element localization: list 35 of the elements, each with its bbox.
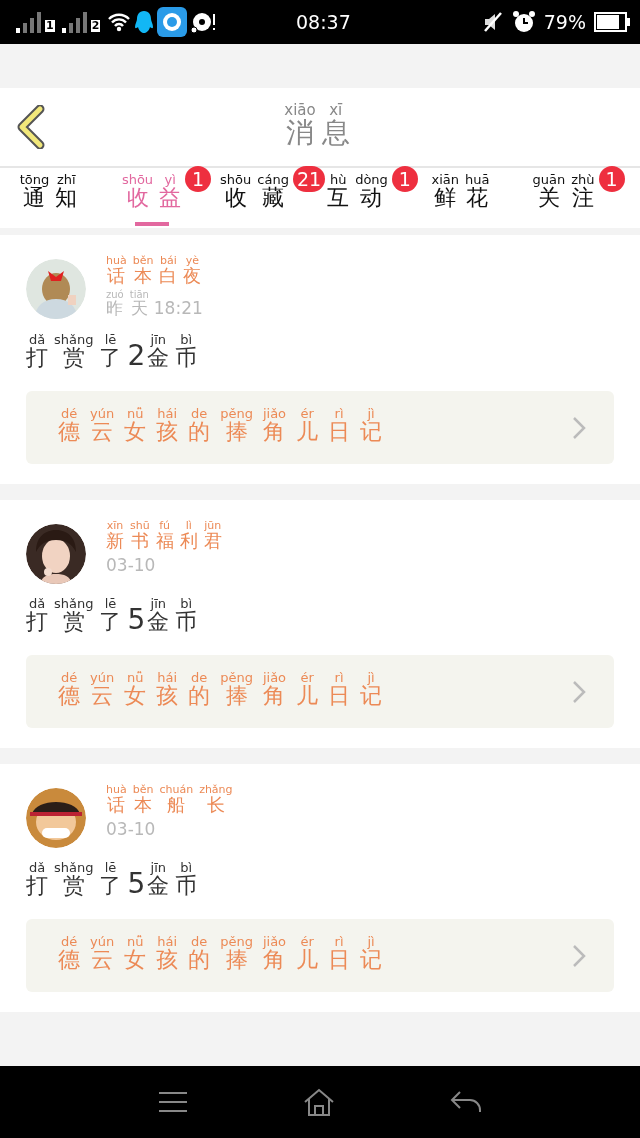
message-date: 03-10	[106, 555, 157, 575]
tab-underline	[134, 222, 169, 226]
sender-name: 话 huà 本 běn 船 chuán 长 zhǎng	[106, 784, 234, 817]
count-badge: 1	[598, 166, 625, 192]
tab[interactable]: 通 tōng 知 zhī	[17, 168, 86, 228]
sender-name: 新 xīn 书 shū 福 fú 利 lì 君 jūn	[106, 520, 223, 553]
signal-icon	[16, 11, 42, 33]
message-date: 昨 zuó 天 tiān 18:21	[106, 290, 204, 320]
chevron-left-icon	[16, 105, 46, 149]
back-icon[interactable]	[450, 1090, 483, 1114]
chevron-right-icon	[572, 415, 586, 440]
battery-icon	[594, 12, 630, 32]
mute-icon	[481, 11, 504, 33]
battery-percent: 79%	[543, 11, 586, 33]
app-icon	[157, 7, 188, 37]
disc-alert-icon	[190, 11, 217, 33]
home-icon[interactable]	[303, 1088, 335, 1116]
page-title: 消 xiāo 息 xī	[284, 102, 351, 151]
tab[interactable]: 鲜 xiān 花 huā	[429, 168, 498, 228]
count-badge: 1	[391, 166, 418, 192]
chevron-right-icon	[572, 679, 586, 704]
back-button[interactable]	[16, 105, 46, 149]
alarm-icon	[511, 10, 536, 34]
menu-icon[interactable]	[157, 1091, 188, 1113]
sim-slot-label: 1	[45, 20, 55, 32]
penguin-icon	[134, 10, 155, 34]
sender-name: 话 huà 本 běn 白 bái 夜 yè	[106, 255, 203, 288]
status-time: 08:37	[296, 11, 352, 33]
sim-slot-label: 2	[90, 20, 101, 32]
count-badge: 21	[292, 166, 326, 192]
count-badge: 1	[185, 166, 212, 192]
message-date: 03-10	[106, 819, 157, 839]
wifi-icon	[107, 12, 132, 32]
chevron-right-icon	[572, 943, 586, 968]
signal-icon	[61, 11, 88, 33]
